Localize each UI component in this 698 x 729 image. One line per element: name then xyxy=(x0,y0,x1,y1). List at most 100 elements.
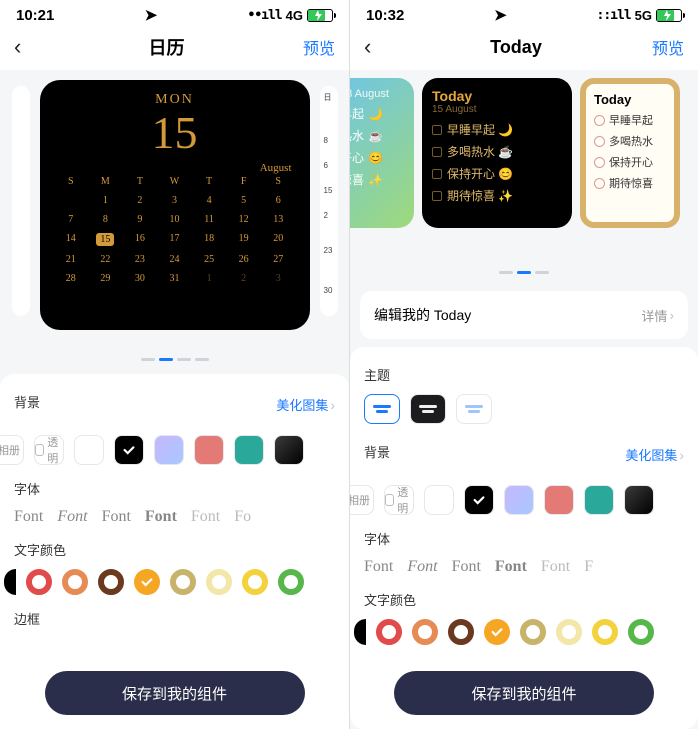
prev-widget-peek[interactable] xyxy=(12,86,30,316)
bg-album-button[interactable]: 相册 xyxy=(0,435,24,465)
card-date: 08 August xyxy=(350,88,404,100)
bg-coral-swatch[interactable] xyxy=(544,485,574,515)
color-green[interactable] xyxy=(278,569,304,595)
section-text-color: 文字颜色 xyxy=(364,590,684,609)
edit-label: 编辑我的 Today xyxy=(374,305,471,325)
font-option-6[interactable]: Fo xyxy=(234,508,251,526)
today-card-paper[interactable]: Today 早睡早起 多喝热水 保持开心 期待惊喜 xyxy=(580,78,680,228)
font-option-3[interactable]: Font xyxy=(102,508,131,526)
text-color-swatches xyxy=(364,619,684,645)
battery-icon xyxy=(656,9,682,22)
bg-lavender-swatch[interactable] xyxy=(154,435,184,465)
font-option-5[interactable]: Font xyxy=(191,508,220,526)
font-options: Font Font Font Font Font F xyxy=(364,558,684,576)
navbar: ‹ Today 预览 xyxy=(350,26,698,70)
font-option-5[interactable]: Font xyxy=(541,558,570,576)
section-font: 字体 xyxy=(364,529,684,548)
color-yellow[interactable] xyxy=(242,569,268,595)
bg-album-button[interactable]: 相册 xyxy=(350,485,374,515)
page-title: Today xyxy=(490,37,542,58)
color-cream[interactable] xyxy=(556,619,582,645)
color-yellow[interactable] xyxy=(592,619,618,645)
back-button[interactable]: ‹ xyxy=(14,34,38,60)
widget-preview-stage: 08 August 早起🌙 热水☕ 开心😊 惊喜✨ Today 15 Augus… xyxy=(350,70,698,283)
font-option-2[interactable]: Font xyxy=(407,558,437,576)
network-label: 4G xyxy=(286,8,303,23)
beauty-gallery-link[interactable]: 美化图集› xyxy=(276,395,335,414)
theme-light-selected[interactable] xyxy=(364,394,400,424)
font-option-4[interactable]: Font xyxy=(495,558,527,576)
font-option-1[interactable]: Font xyxy=(14,508,43,526)
back-button[interactable]: ‹ xyxy=(364,34,388,60)
widget-preview-stage: MON 15 August S M T W T F S 1 2 3 xyxy=(0,70,349,374)
color-orange[interactable] xyxy=(62,569,88,595)
location-icon: ➤ xyxy=(145,6,158,24)
today-card-dark[interactable]: Today 15 August 早睡早起 🌙 多喝热水 ☕ 保持开心 😊 期待惊… xyxy=(422,78,572,228)
color-red[interactable] xyxy=(376,619,402,645)
calendar-month: August xyxy=(54,162,292,174)
checkbox-icon xyxy=(432,191,442,201)
text-color-swatches xyxy=(14,569,335,595)
status-bar: 10:21 ➤ ••ıll 4G xyxy=(0,0,349,26)
card-title: Today xyxy=(594,92,666,107)
status-bar: 10:32 ➤ ::ıll 5G xyxy=(350,0,698,26)
circle-icon xyxy=(594,115,605,126)
color-brown[interactable] xyxy=(98,569,124,595)
theme-soft[interactable] xyxy=(456,394,492,424)
color-cream[interactable] xyxy=(206,569,232,595)
bg-transparent-button[interactable]: 透明 xyxy=(34,435,64,465)
circle-icon xyxy=(594,178,605,189)
navbar: ‹ 日历 预览 xyxy=(0,26,349,70)
font-option-6[interactable]: F xyxy=(584,558,593,576)
beauty-gallery-link[interactable]: 美化图集› xyxy=(625,445,684,464)
section-background: 背景 xyxy=(364,442,390,461)
status-time: 10:32 xyxy=(366,7,404,24)
preview-button[interactable]: 预览 xyxy=(644,35,684,59)
bg-white-swatch[interactable] xyxy=(424,485,454,515)
bg-dark-swatch[interactable] xyxy=(624,485,654,515)
color-red[interactable] xyxy=(26,569,52,595)
color-amber-selected[interactable] xyxy=(134,569,160,595)
calendar-day: 15 xyxy=(54,110,296,156)
edit-today-row[interactable]: 编辑我的 Today 详情› xyxy=(360,291,688,339)
status-time: 10:21 xyxy=(16,7,54,24)
color-green[interactable] xyxy=(628,619,654,645)
preview-button[interactable]: 预览 xyxy=(295,35,335,59)
bg-teal-swatch[interactable] xyxy=(234,435,264,465)
calendar-grid: S M T W T F S 1 2 3 4 5 6 7 xyxy=(54,176,296,284)
color-olive[interactable] xyxy=(520,619,546,645)
bg-coral-swatch[interactable] xyxy=(194,435,224,465)
font-option-3[interactable]: Font xyxy=(452,558,481,576)
bg-black-swatch-selected[interactable] xyxy=(464,485,494,515)
color-amber-selected[interactable] xyxy=(484,619,510,645)
font-option-1[interactable]: Font xyxy=(364,558,393,576)
calendar-widget[interactable]: MON 15 August S M T W T F S 1 2 3 xyxy=(40,80,310,330)
next-widget-peek[interactable]: 日 8 6 15 2 23 30 xyxy=(320,86,338,316)
signal-icon: ::ıll xyxy=(597,8,631,23)
today-card-summer[interactable]: 08 August 早起🌙 热水☕ 开心😊 惊喜✨ xyxy=(350,78,414,228)
bg-lavender-swatch[interactable] xyxy=(504,485,534,515)
bg-black-swatch-selected[interactable] xyxy=(114,435,144,465)
theme-dark[interactable] xyxy=(410,394,446,424)
save-button[interactable]: 保存到我的组件 xyxy=(45,671,305,715)
detail-link[interactable]: 详情› xyxy=(641,306,674,325)
save-button[interactable]: 保存到我的组件 xyxy=(394,671,654,715)
section-text-color: 文字颜色 xyxy=(14,540,335,559)
color-black[interactable] xyxy=(4,569,16,595)
color-brown[interactable] xyxy=(448,619,474,645)
section-border: 边框 xyxy=(14,609,335,628)
font-option-4[interactable]: Font xyxy=(145,508,177,526)
phone-calendar: 10:21 ➤ ••ıll 4G ‹ 日历 预览 MON 15 August xyxy=(0,0,349,729)
bg-teal-swatch[interactable] xyxy=(584,485,614,515)
color-orange[interactable] xyxy=(412,619,438,645)
checkbox-icon xyxy=(432,147,442,157)
bg-dark-swatch[interactable] xyxy=(274,435,304,465)
font-option-2[interactable]: Font xyxy=(57,508,87,526)
color-black[interactable] xyxy=(354,619,366,645)
background-swatches: 相册 透明 xyxy=(0,435,335,465)
bg-white-swatch[interactable] xyxy=(74,435,104,465)
section-theme: 主题 xyxy=(364,365,684,384)
color-olive[interactable] xyxy=(170,569,196,595)
bg-transparent-button[interactable]: 透明 xyxy=(384,485,414,515)
location-icon: ➤ xyxy=(494,6,507,24)
